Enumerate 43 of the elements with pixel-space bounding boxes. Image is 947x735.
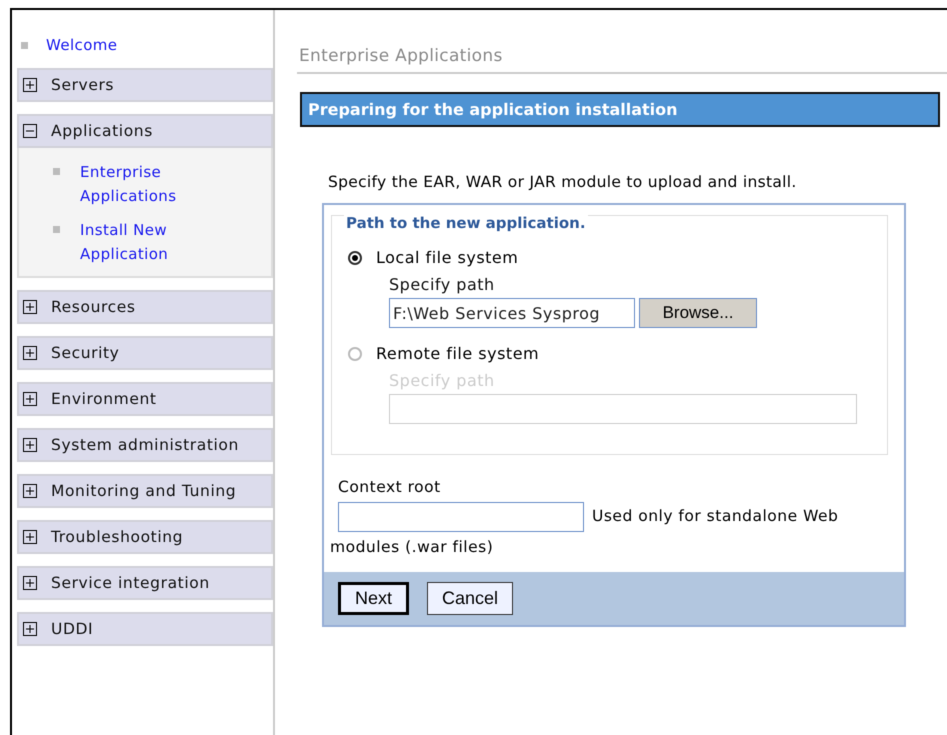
nav-section-header[interactable]: Servers (17, 68, 273, 102)
radio-button[interactable] (348, 346, 362, 360)
field-label: Context root (337, 477, 442, 497)
cancel-button[interactable]: Cancel (427, 582, 514, 615)
next-button[interactable]: Next (338, 582, 410, 615)
hint-text: modules (.war files) (330, 538, 494, 556)
bullet-icon (53, 226, 60, 233)
nav-link[interactable]: Enterprise Applications (80, 160, 200, 208)
expand-icon[interactable] (23, 78, 37, 92)
expand-icon[interactable] (23, 346, 37, 360)
nav-section-header[interactable]: Troubleshooting (17, 520, 273, 554)
expand-icon[interactable] (23, 484, 37, 498)
panel-title: Preparing for the application installation (300, 92, 940, 127)
bullet-icon (53, 168, 60, 175)
expand-icon[interactable] (23, 530, 37, 544)
instruction-text: Specify the EAR, WAR or JAR module to upload and install. (328, 172, 798, 193)
nav-section-header[interactable]: Security (17, 336, 273, 370)
welcome-link[interactable]: Welcome (46, 36, 118, 54)
radio-label: Local file system (376, 248, 518, 267)
bullet-icon (21, 42, 28, 48)
nav-section-header[interactable]: Applications (17, 114, 273, 148)
hint-text: Used only for standalone Web (592, 507, 838, 525)
expand-icon[interactable] (23, 300, 37, 314)
page-title: Enterprise Applications (297, 46, 947, 74)
expand-icon[interactable] (23, 622, 37, 636)
radio-label: Remote file system (376, 344, 540, 363)
context-root-input-field[interactable] (338, 502, 584, 532)
fieldset-legend: Path to the new application. (344, 214, 588, 232)
expand-icon[interactable] (23, 392, 37, 406)
field-label: Specify path (389, 275, 496, 294)
nav-section-header[interactable]: UDDI (17, 612, 273, 646)
expand-icon[interactable] (23, 438, 37, 452)
collapse-icon[interactable] (23, 124, 37, 138)
expand-icon[interactable] (23, 576, 37, 590)
nav-link[interactable]: Install New Application (80, 218, 200, 266)
nav-section-header[interactable]: System administration (17, 428, 273, 462)
path-input-field[interactable]: F:\Web Services Sysprog (389, 298, 635, 328)
nav-section-header[interactable]: Monitoring and Tuning (17, 474, 273, 508)
radio-button[interactable] (348, 250, 362, 264)
nav-section-header[interactable]: Service integration (17, 566, 273, 600)
nav-section-header[interactable]: Environment (17, 382, 273, 416)
browse-button[interactable]: Browse... (639, 298, 757, 328)
nav-section-header[interactable]: Resources (17, 290, 273, 324)
